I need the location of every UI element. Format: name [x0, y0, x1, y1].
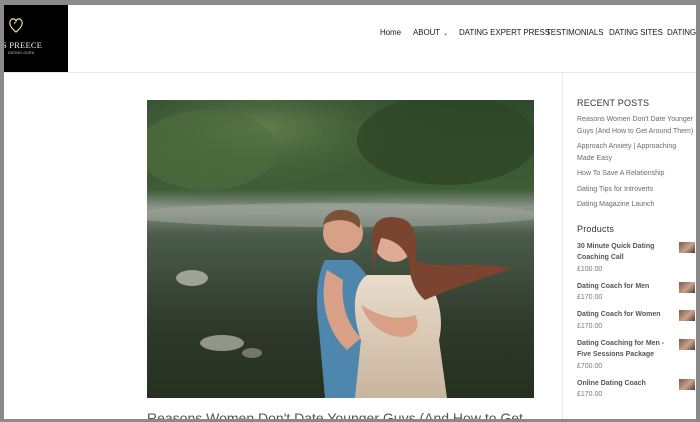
products-heading: Products [577, 223, 615, 234]
product-thumbnail[interactable] [679, 281, 695, 293]
featured-image[interactable] [147, 100, 534, 398]
logo-name: S PREECE [4, 40, 43, 50]
recent-post-link[interactable]: Reasons Women Don't Date Younger Guys (A… [577, 114, 695, 137]
product-link[interactable]: Dating Coach for Women [577, 309, 677, 321]
sidebar-divider [562, 73, 563, 419]
product-price: £700.00 [577, 362, 603, 370]
nav-item-dating-sites[interactable]: DATING SITES [609, 28, 663, 37]
header-divider [4, 72, 696, 73]
product-thumbnail[interactable] [679, 338, 695, 350]
nav-label: ABOUT [413, 28, 441, 37]
product-item: 30 Minute Quick Dating Coaching Call £10… [577, 241, 695, 275]
product-item: Online Dating Coach £170.00 [577, 378, 695, 401]
product-thumbnail[interactable] [679, 310, 695, 321]
recent-post-link[interactable]: Approach Anxiety | Approaching Made Easy [577, 141, 695, 164]
chevron-down-icon: ⌄ [443, 31, 448, 37]
sidebar: RECENT POSTS Reasons Women Don't Date Yo… [577, 98, 695, 406]
product-price: £100.00 [577, 265, 603, 273]
recent-posts-list: Reasons Women Don't Date Younger Guys (A… [577, 114, 695, 211]
recent-post-link[interactable]: Dating Tips for Introverts [577, 184, 695, 196]
nav-label: DATING SITES [609, 28, 663, 37]
product-price: £170.00 [577, 294, 603, 301]
recent-post-link[interactable]: How To Save A Relationship [577, 168, 695, 180]
product-link[interactable]: 30 Minute Quick Dating Coaching Call [577, 241, 677, 264]
nav-label: DATING EXPERT PRESS [459, 28, 551, 37]
browser-viewport: S PREECE DATING GURU Home ABOUT ⌄ DATING … [4, 5, 696, 419]
product-thumbnail[interactable] [679, 241, 695, 253]
post-title[interactable]: Reasons Women Don't Date Younger Guys (A… [147, 410, 523, 419]
logo-tagline: DATING GURU [8, 51, 35, 55]
nav-item-dating-expert-press[interactable]: DATING EXPERT PRESS [459, 28, 550, 37]
product-item: Dating Coaching for Men - Five Sessions … [577, 338, 695, 372]
nav-label: Home [380, 28, 401, 37]
nav-label: TESTIMONIALS [546, 28, 604, 37]
product-link[interactable]: Online Dating Coach [577, 378, 677, 390]
product-link[interactable]: Dating Coaching for Men - Five Sessions … [577, 338, 677, 361]
recent-posts-heading: RECENT POSTS [577, 98, 650, 108]
product-item: Dating Coach for Women £170.00 [577, 309, 695, 332]
nav-item-dating[interactable]: DATING [667, 28, 696, 37]
product-price: £170.00 [577, 391, 603, 398]
product-link[interactable]: Dating Coach for Men [577, 281, 677, 293]
recent-post-link[interactable]: Dating Magazine Launch [577, 199, 695, 211]
product-thumbnail[interactable] [679, 378, 695, 390]
nav-item-about[interactable]: ABOUT ⌄ [413, 28, 448, 37]
site-logo[interactable]: S PREECE DATING GURU [4, 5, 68, 72]
product-item: Dating Coach for Men £170.00 [577, 281, 695, 304]
product-price: £170.00 [577, 322, 603, 330]
nav-item-testimonials[interactable]: TESTIMONIALS [546, 28, 604, 37]
products-widget: Products 30 Minute Quick Dating Coaching… [577, 224, 695, 401]
nav-label: DATING [667, 28, 696, 37]
heart-logo-icon [9, 18, 23, 33]
nav-item-home[interactable]: Home [380, 28, 401, 37]
